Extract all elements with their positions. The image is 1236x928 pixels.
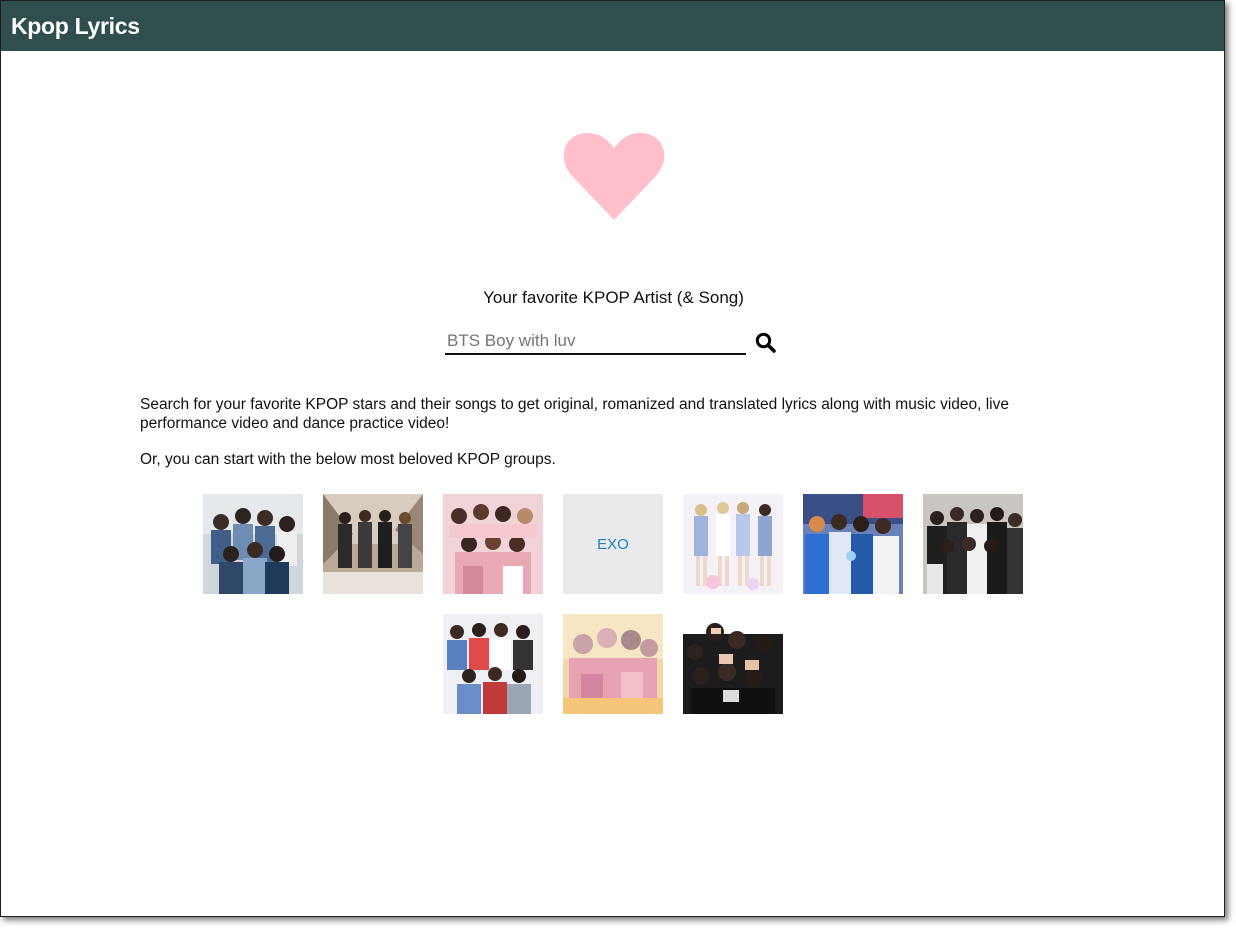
group-photo-3[interactable] <box>443 494 543 594</box>
search-label: Your favorite KPOP Artist (& Song) <box>483 288 744 307</box>
intro-text: Search for your favorite KPOP stars and … <box>140 396 1009 432</box>
search-button[interactable] <box>753 330 779 356</box>
group-photo-8[interactable] <box>443 614 543 714</box>
app-header: Kpop Lyrics <box>1 1 1224 51</box>
group-photo-10[interactable] <box>683 614 783 714</box>
group-tile-exo[interactable]: EXO <box>563 494 663 594</box>
search-icon <box>755 332 776 353</box>
group-photo-2[interactable] <box>323 494 423 594</box>
intro-subtext: Or, you can start with the below most be… <box>140 451 556 468</box>
group-photo-5[interactable] <box>683 494 783 594</box>
app-title[interactable]: Kpop Lyrics <box>11 13 140 40</box>
heart-icon <box>562 130 666 224</box>
group-photo-7[interactable] <box>923 494 1023 594</box>
group-photo-9[interactable] <box>563 614 663 714</box>
search-input[interactable] <box>445 329 746 355</box>
group-photo-1[interactable] <box>203 494 303 594</box>
browser-window: Kpop Lyrics Your favorite KPOP Artist (&… <box>0 0 1225 917</box>
group-photo-6[interactable] <box>803 494 903 594</box>
